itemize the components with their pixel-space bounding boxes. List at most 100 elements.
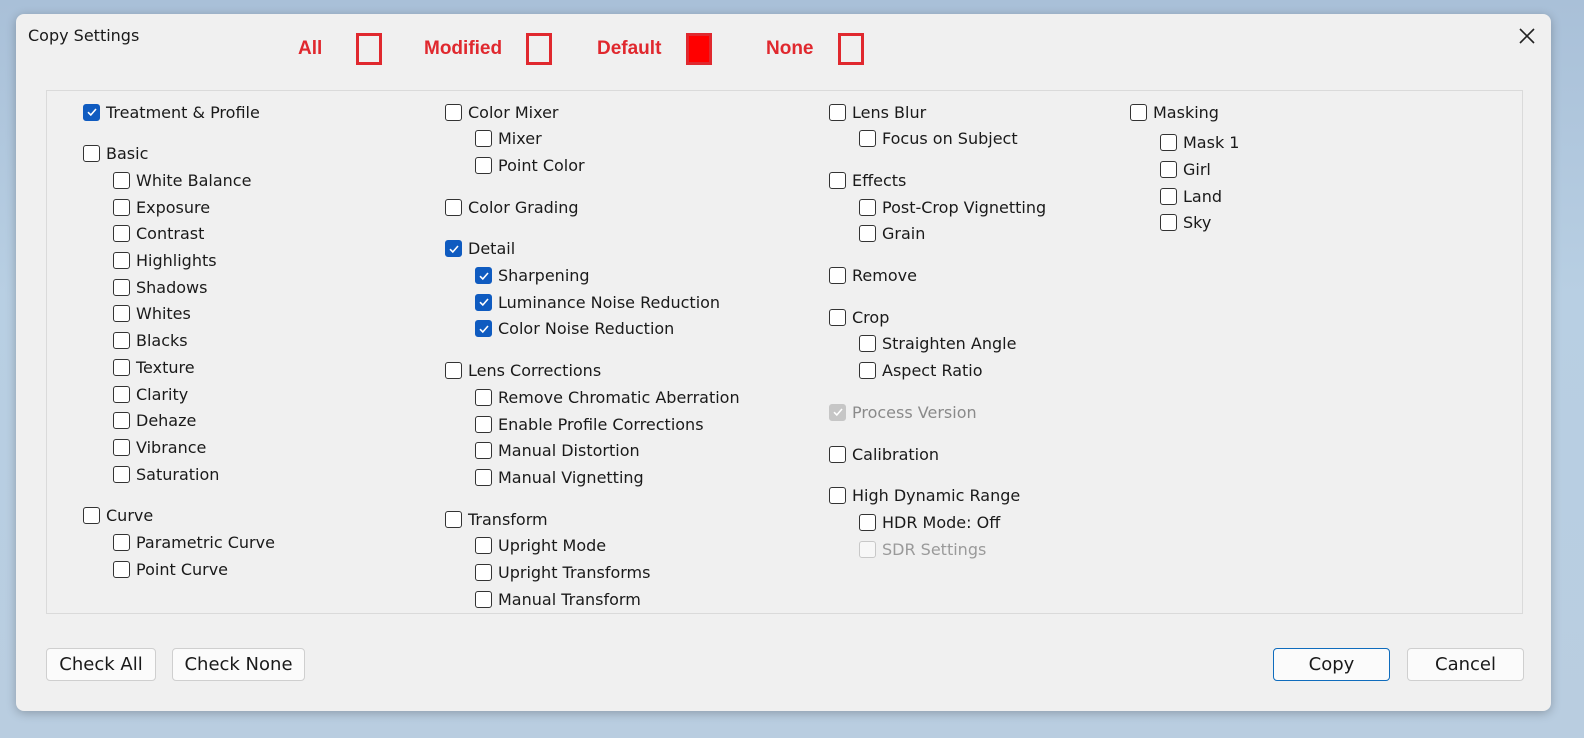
checkbox-box[interactable] [475, 320, 492, 338]
checkbox-box[interactable] [113, 358, 130, 376]
checkbox-dehaze[interactable]: Dehaze [113, 410, 196, 432]
checkbox-manual-vignetting[interactable]: Manual Vignetting [475, 466, 644, 488]
checkbox-box[interactable] [113, 412, 130, 430]
checkbox-box[interactable] [859, 362, 876, 380]
checkbox-box[interactable] [83, 103, 100, 121]
checkbox-box[interactable] [113, 332, 130, 350]
checkbox-point-color[interactable]: Point Color [475, 154, 585, 176]
checkbox-box[interactable] [113, 278, 130, 296]
checkbox-straighten-angle[interactable]: Straighten Angle [859, 333, 1016, 355]
checkbox-box[interactable] [113, 305, 130, 323]
checkbox-box[interactable] [829, 103, 846, 121]
checkbox-aspect-ratio[interactable]: Aspect Ratio [859, 360, 983, 382]
checkbox-crop[interactable]: Crop [829, 306, 889, 328]
checkbox-box[interactable] [829, 487, 846, 505]
checkbox-box[interactable] [445, 240, 462, 258]
checkbox-mixer[interactable]: Mixer [475, 128, 542, 150]
checkbox-box[interactable] [83, 507, 100, 525]
checkbox-box[interactable] [829, 267, 846, 284]
checkbox-focus-on-subject[interactable]: Focus on Subject [859, 128, 1018, 150]
checkbox-upright-mode[interactable]: Upright Mode [475, 535, 606, 557]
checkbox-box[interactable] [83, 145, 100, 163]
checkbox-box[interactable] [113, 534, 130, 551]
checkbox-box[interactable] [445, 362, 462, 380]
checkbox-post-crop-vignetting[interactable]: Post-Crop Vignetting [859, 196, 1046, 218]
checkbox-box[interactable] [475, 293, 492, 311]
checkbox-box[interactable] [1160, 214, 1177, 232]
checkbox-white-balance[interactable]: White Balance [113, 169, 251, 191]
checkbox-highlights[interactable]: Highlights [113, 250, 217, 272]
checkbox-box[interactable] [113, 225, 130, 243]
checkbox-box[interactable] [859, 335, 876, 353]
checkbox-box[interactable] [475, 537, 492, 555]
checkbox-mask-1[interactable]: Mask 1 [1160, 132, 1239, 154]
checkbox-box[interactable] [859, 198, 876, 216]
checkbox-parametric-curve[interactable]: Parametric Curve [113, 532, 275, 554]
checkbox-girl[interactable]: Girl [1160, 158, 1211, 180]
checkbox-box[interactable] [113, 465, 130, 483]
checkbox-grain[interactable]: Grain [859, 223, 925, 245]
checkbox-land[interactable]: Land [1160, 185, 1222, 207]
checkbox-box[interactable] [475, 156, 492, 174]
checkbox-box[interactable] [829, 445, 846, 463]
checkbox-box[interactable] [113, 438, 130, 456]
checkbox-box[interactable] [829, 171, 846, 189]
checkbox-box[interactable] [475, 564, 492, 581]
checkbox-clarity[interactable]: Clarity [113, 383, 188, 405]
checkbox-remove-chromatic-aberration[interactable]: Remove Chromatic Aberration [475, 386, 740, 408]
checkbox-box[interactable] [475, 388, 492, 406]
checkbox-calibration[interactable]: Calibration [829, 443, 939, 465]
checkbox-box[interactable] [475, 468, 492, 486]
checkbox-box[interactable] [113, 385, 130, 403]
check-all-button[interactable]: Check All [46, 648, 156, 681]
checkbox-whites[interactable]: Whites [113, 303, 191, 325]
checkbox-box[interactable] [1130, 103, 1147, 121]
checkbox-box[interactable] [445, 103, 462, 121]
checkbox-box[interactable] [445, 510, 462, 528]
checkbox-lens-corrections[interactable]: Lens Corrections [445, 360, 601, 382]
checkbox-hdr-mode-off[interactable]: HDR Mode: Off [859, 511, 1000, 533]
checkbox-vibrance[interactable]: Vibrance [113, 436, 206, 458]
checkbox-color-mixer[interactable]: Color Mixer [445, 101, 559, 123]
checkbox-exposure[interactable]: Exposure [113, 196, 210, 218]
checkbox-box[interactable] [113, 198, 130, 216]
checkbox-box[interactable] [829, 308, 846, 326]
checkbox-luminance-noise-reduction[interactable]: Luminance Noise Reduction [475, 291, 720, 313]
checkbox-manual-distortion[interactable]: Manual Distortion [475, 440, 640, 462]
checkbox-box[interactable] [445, 198, 462, 216]
checkbox-box[interactable] [1160, 160, 1177, 178]
checkbox-treatment-profile[interactable]: Treatment & Profile [83, 101, 260, 123]
checkbox-box[interactable] [859, 130, 876, 148]
checkbox-box[interactable] [113, 252, 130, 269]
checkbox-box[interactable] [859, 513, 876, 531]
checkbox-box[interactable] [1160, 187, 1177, 205]
checkbox-point-curve[interactable]: Point Curve [113, 558, 228, 580]
checkbox-box[interactable] [475, 130, 492, 148]
checkbox-sky[interactable]: Sky [1160, 212, 1211, 234]
checkbox-curve[interactable]: Curve [83, 505, 153, 527]
checkbox-box[interactable] [475, 267, 492, 284]
checkbox-color-noise-reduction[interactable]: Color Noise Reduction [475, 318, 674, 340]
checkbox-upright-transforms[interactable]: Upright Transforms [475, 562, 650, 584]
checkbox-high-dynamic-range[interactable]: High Dynamic Range [829, 485, 1020, 507]
checkbox-manual-transform[interactable]: Manual Transform [475, 588, 641, 610]
checkbox-box[interactable] [859, 225, 876, 243]
checkbox-basic[interactable]: Basic [83, 143, 148, 165]
checkbox-box[interactable] [475, 590, 492, 608]
checkbox-lens-blur[interactable]: Lens Blur [829, 101, 926, 123]
cancel-button[interactable]: Cancel [1407, 648, 1524, 681]
close-button[interactable] [1515, 24, 1539, 48]
copy-button[interactable]: Copy [1273, 648, 1390, 681]
checkbox-texture[interactable]: Texture [113, 356, 195, 378]
checkbox-contrast[interactable]: Contrast [113, 223, 204, 245]
checkbox-box[interactable] [475, 442, 492, 460]
checkbox-color-grading[interactable]: Color Grading [445, 196, 579, 218]
checkbox-enable-profile-corrections[interactable]: Enable Profile Corrections [475, 413, 704, 435]
checkbox-detail[interactable]: Detail [445, 238, 515, 260]
checkbox-effects[interactable]: Effects [829, 169, 906, 191]
checkbox-remove[interactable]: Remove [829, 265, 917, 287]
checkbox-box[interactable] [113, 171, 130, 189]
checkbox-masking[interactable]: Masking [1130, 101, 1219, 123]
checkbox-transform[interactable]: Transform [445, 508, 548, 530]
checkbox-box[interactable] [1160, 134, 1177, 152]
